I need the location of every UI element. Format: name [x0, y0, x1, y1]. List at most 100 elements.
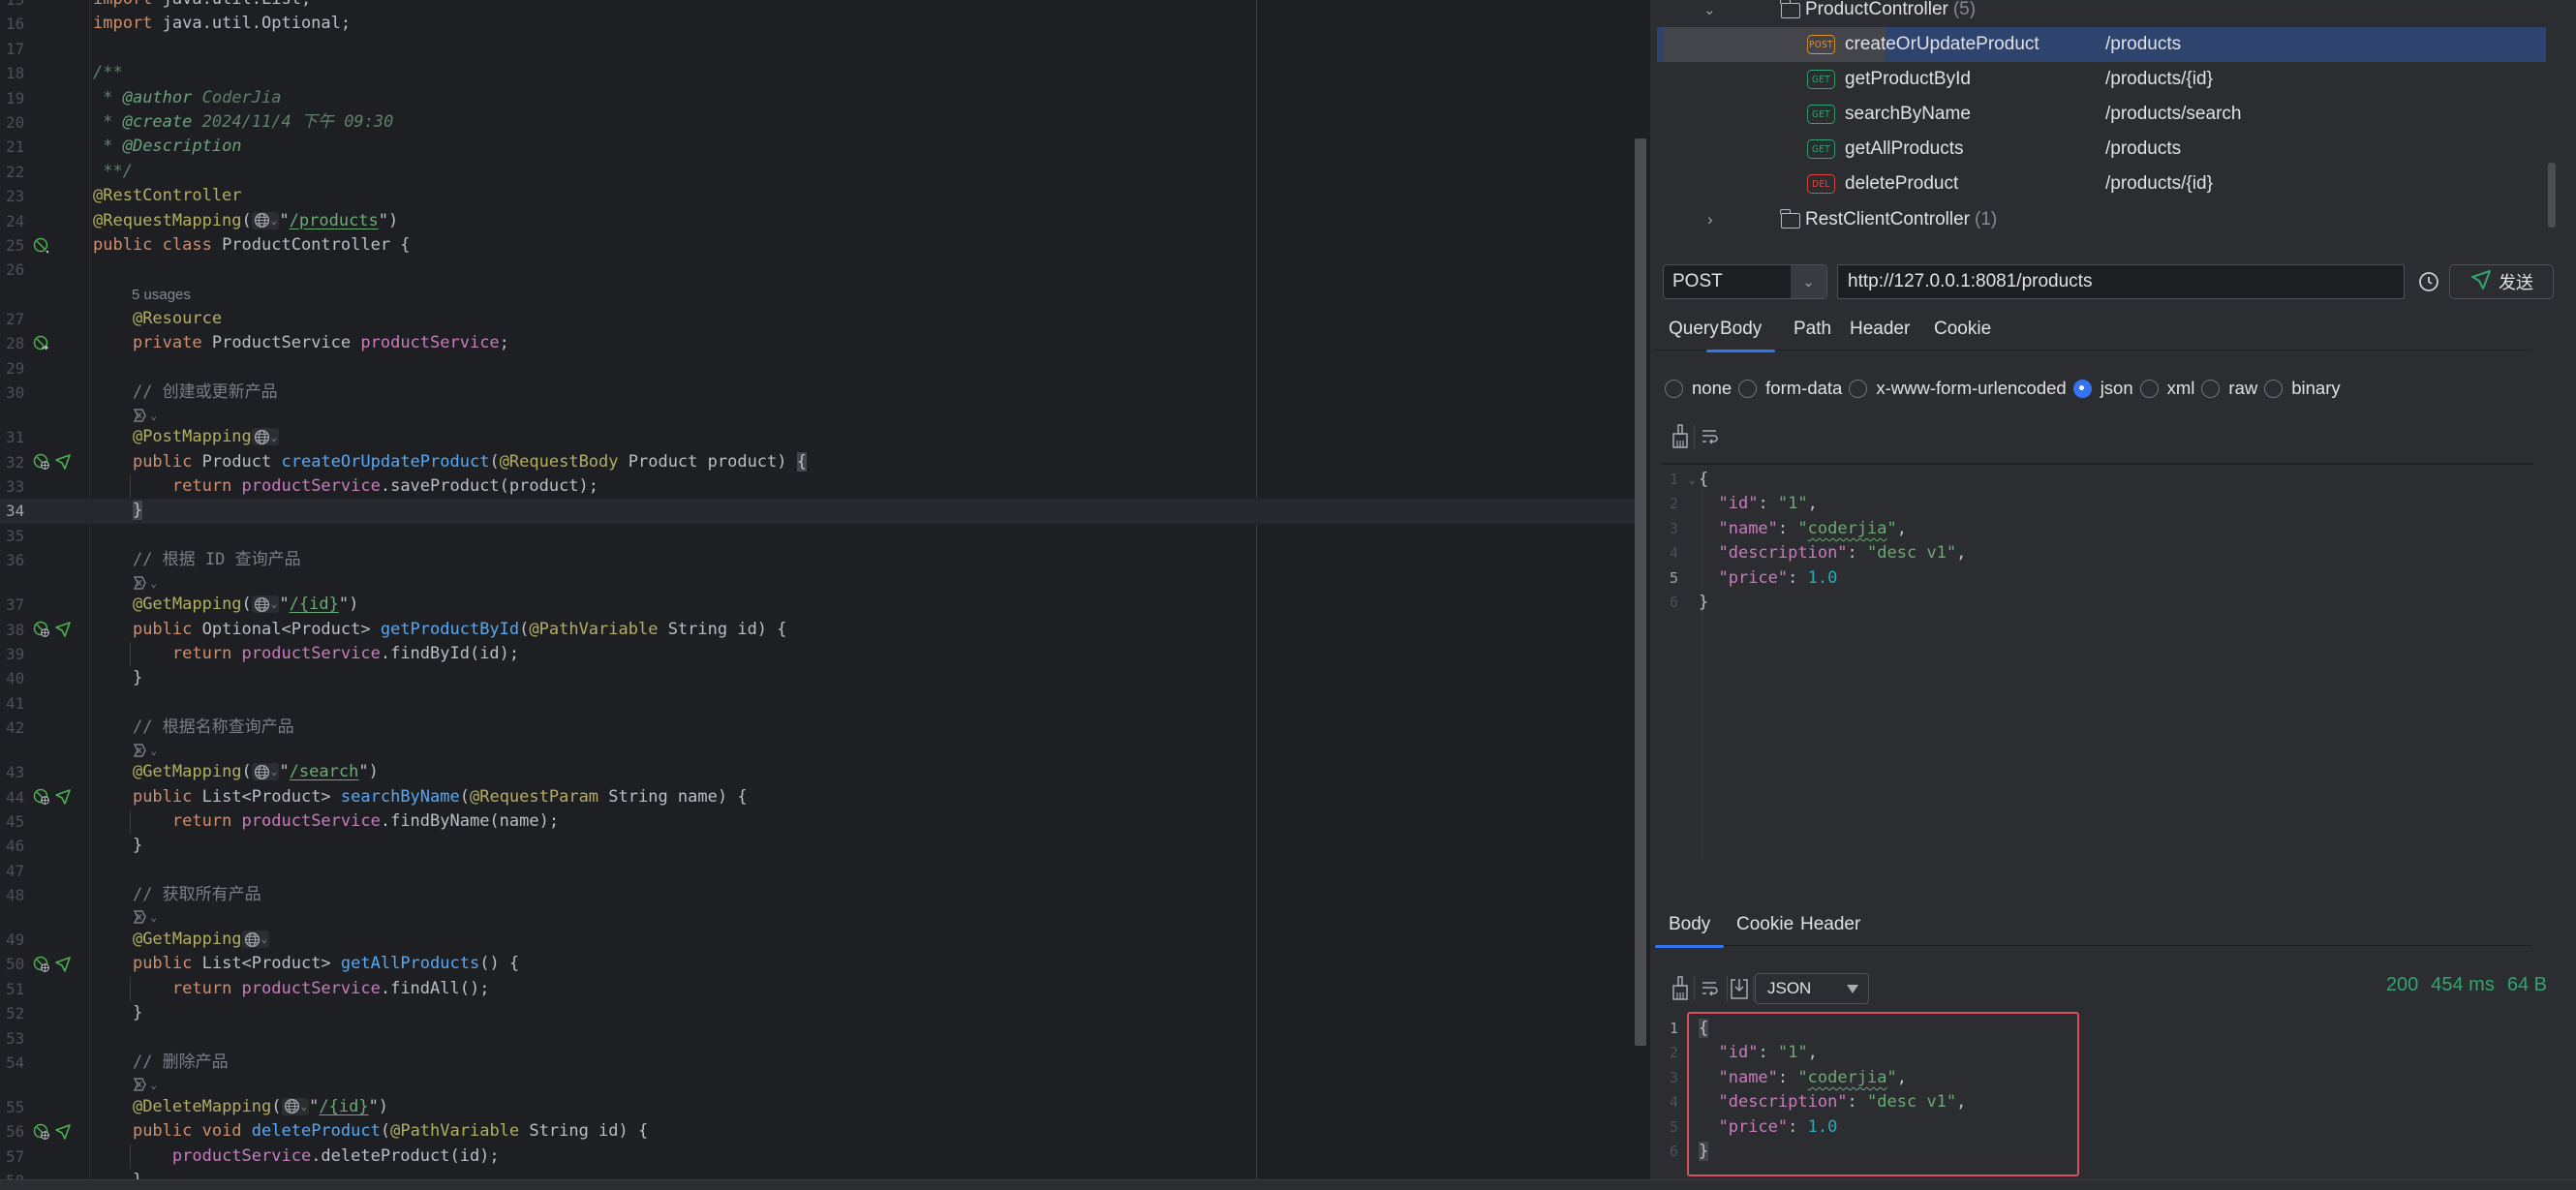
- json-line[interactable]: 4 "description": "desc v1",: [1662, 541, 2514, 565]
- tree-scrollbar[interactable]: [2548, 163, 2556, 228]
- line-number[interactable]: 26: [6, 258, 43, 282]
- code-line[interactable]: 23 @RestController: [0, 184, 1637, 208]
- code-line[interactable]: 18 /**: [0, 61, 1637, 85]
- code-line[interactable]: 57 productService.deleteProduct(id);: [0, 1144, 1637, 1170]
- code-line[interactable]: 26: [0, 258, 1637, 282]
- body-type-radio-xml[interactable]: xml: [2139, 378, 2194, 399]
- history-clock-icon[interactable]: [2418, 271, 2439, 297]
- tab-cookie[interactable]: Cookie: [1920, 312, 2005, 351]
- web-endpoint-icon[interactable]: [33, 956, 50, 973]
- url-input[interactable]: [1837, 264, 2405, 299]
- line-number[interactable]: 58: [6, 1169, 43, 1179]
- url-globe-icon[interactable]: ⌄: [251, 595, 280, 614]
- code-line[interactable]: 15 import java.util.List;: [0, 0, 1637, 12]
- body-type-radio-raw[interactable]: raw: [2201, 378, 2257, 399]
- code-line[interactable]: 35: [0, 524, 1637, 548]
- line-number[interactable]: 31: [6, 425, 43, 449]
- ai-hint-icon[interactable]: ⌄: [132, 406, 157, 426]
- radio-circle[interactable]: [1849, 379, 1868, 398]
- line-number[interactable]: 24: [6, 209, 43, 233]
- code-line[interactable]: 53: [0, 1026, 1637, 1051]
- code-line[interactable]: 54 // 删除产品: [0, 1051, 1637, 1075]
- body-type-radio-json[interactable]: json: [2072, 378, 2133, 399]
- code-line[interactable]: 43 @GetMapping(⌄ "/search"): [0, 760, 1637, 784]
- radio-circle[interactable]: [1665, 379, 1683, 398]
- soft-wrap-icon[interactable]: [1700, 978, 1721, 999]
- line-number[interactable]: 33: [6, 474, 43, 499]
- web-endpoint-icon[interactable]: [33, 621, 50, 638]
- endpoint-item[interactable]: GET getAllProducts/products: [1657, 132, 2546, 167]
- url-globe-icon[interactable]: ⌄: [251, 763, 280, 781]
- request-body-editor[interactable]: 1 ⌄{2 "id": "1", 3 "name": "coderjia", 4 "d…: [1662, 463, 2533, 865]
- code-line[interactable]: 25 public class ProductController {: [0, 233, 1637, 258]
- line-number[interactable]: 21: [6, 135, 43, 159]
- chevron-down-icon[interactable]: ⌄: [1791, 265, 1826, 298]
- chevron-right-icon[interactable]: ›: [1707, 210, 1713, 229]
- endpoint-item[interactable]: GET searchByName/products/search: [1657, 97, 2546, 132]
- code-line[interactable]: 44 public List<Product> searchByName(@Re…: [0, 785, 1637, 809]
- line-number[interactable]: 42: [6, 716, 43, 740]
- code-line[interactable]: 56 public void deleteProduct(@PathVariab…: [0, 1119, 1637, 1144]
- send-request-icon[interactable]: [54, 1123, 72, 1141]
- beautify-broom-icon[interactable]: [1670, 424, 1691, 449]
- line-number[interactable]: 17: [6, 37, 43, 61]
- body-type-radio-form-data[interactable]: form-data: [1738, 378, 1842, 399]
- line-number[interactable]: 54: [6, 1051, 43, 1075]
- line-number[interactable]: 15: [6, 0, 43, 12]
- spring-bean-icon[interactable]: [33, 237, 50, 255]
- line-number[interactable]: 48: [6, 883, 43, 907]
- line-number[interactable]: 52: [6, 1001, 43, 1025]
- line-number[interactable]: 29: [6, 356, 43, 381]
- url-globe-icon[interactable]: ⌄: [241, 931, 270, 949]
- code-line[interactable]: 47: [0, 859, 1637, 883]
- line-number[interactable]: 45: [6, 809, 43, 834]
- code-line[interactable]: 42 // 根据名称查询产品: [0, 716, 1637, 740]
- send-request-icon[interactable]: [54, 788, 72, 806]
- line-number[interactable]: 35: [6, 524, 43, 548]
- code-line[interactable]: 36 // 根据 ID 查询产品: [0, 548, 1637, 572]
- code-line[interactable]: 32 public Product createOrUpdateProduct(…: [0, 450, 1637, 474]
- endpoint-item[interactable]: DEL deleteProduct/products/{id}: [1657, 167, 2546, 201]
- code-line[interactable]: 48 // 获取所有产品: [0, 883, 1637, 907]
- json-line[interactable]: 6}: [1662, 591, 2514, 615]
- url-globe-icon[interactable]: ⌄: [251, 428, 280, 446]
- code-line[interactable]: 45 return productService.findByName(name…: [0, 809, 1637, 835]
- json-line[interactable]: 5 "price": 1.0: [1662, 566, 2514, 591]
- code-line[interactable]: 24 @RequestMapping(⌄ "/products"): [0, 209, 1637, 233]
- autowired-bean-icon[interactable]: [33, 335, 50, 352]
- line-number[interactable]: 39: [6, 642, 43, 666]
- line-number[interactable]: 53: [6, 1026, 43, 1051]
- code-line[interactable]: 50 public List<Product> getAllProducts()…: [0, 952, 1637, 976]
- code-line[interactable]: 34 }: [0, 499, 1637, 524]
- body-type-radio-x-www-form-urlencoded[interactable]: x-www-form-urlencoded: [1849, 378, 2067, 399]
- code-line[interactable]: 17: [0, 37, 1637, 61]
- code-line[interactable]: 37 @GetMapping(⌄ "/{id}"): [0, 593, 1637, 617]
- save-download-icon[interactable]: [1730, 977, 1749, 1000]
- code-line[interactable]: 31 @PostMapping ⌄: [0, 425, 1637, 449]
- code-line[interactable]: 38 public Optional<Product> getProductBy…: [0, 618, 1637, 642]
- radio-circle[interactable]: [1738, 379, 1758, 398]
- code-line[interactable]: 40 }: [0, 666, 1637, 690]
- line-number[interactable]: 22: [6, 160, 43, 184]
- line-number[interactable]: 46: [6, 834, 43, 858]
- code-line[interactable]: 39 return productService.findById(id);: [0, 641, 1637, 667]
- code-line[interactable]: 21 * @Description: [0, 135, 1637, 159]
- usages-link[interactable]: 5 usages: [132, 283, 191, 307]
- send-request-icon[interactable]: [54, 621, 72, 638]
- http-method-select[interactable]: POST ⌄: [1663, 264, 1827, 299]
- line-number[interactable]: 20: [6, 110, 43, 135]
- code-line[interactable]: 46 }: [0, 834, 1637, 858]
- radio-circle[interactable]: [2072, 379, 2092, 398]
- code-line[interactable]: 29: [0, 356, 1637, 381]
- code-line[interactable]: 51 return productService.findAll();: [0, 976, 1637, 1002]
- json-line[interactable]: 1 ⌄{: [1662, 468, 2514, 492]
- line-number[interactable]: 43: [6, 760, 43, 784]
- web-endpoint-icon[interactable]: [33, 788, 50, 806]
- code-line[interactable]: 28 private ProductService productService…: [0, 331, 1637, 355]
- code-line[interactable]: 55 @DeleteMapping(⌄ "/{id}"): [0, 1095, 1637, 1119]
- tab-header[interactable]: Header: [1787, 907, 1874, 946]
- body-type-radio-none[interactable]: none: [1665, 378, 1732, 399]
- line-number[interactable]: 37: [6, 593, 43, 617]
- endpoint-item[interactable]: GET getProductById/products/{id}: [1657, 62, 2546, 97]
- line-number[interactable]: 27: [6, 307, 43, 331]
